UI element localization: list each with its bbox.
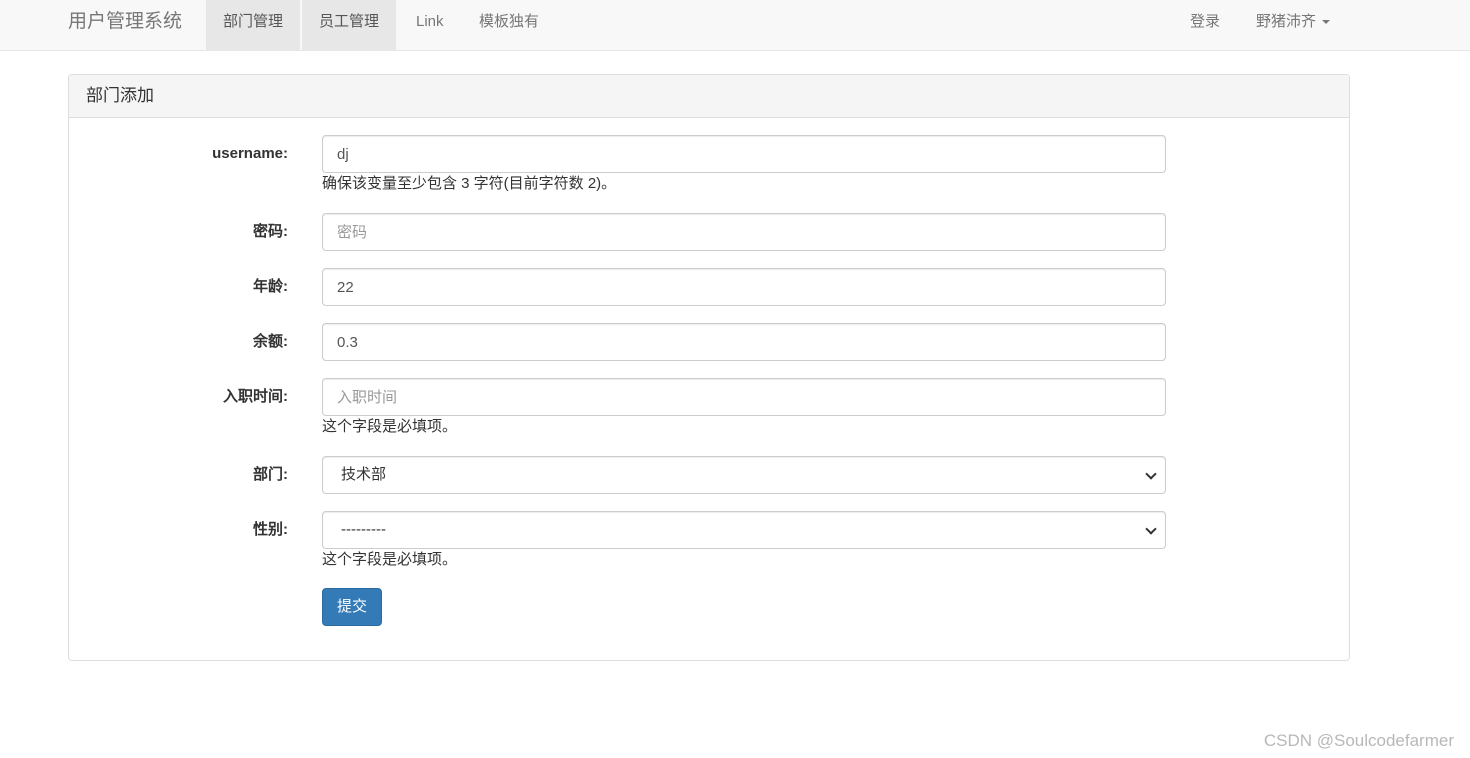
gender-label: 性别: (253, 521, 288, 538)
create-time-error-text: 这个字段是必填项。 (322, 418, 458, 435)
brand-title[interactable]: 用户管理系统 (68, 0, 182, 44)
watermark-text: CSDN @Soulcodefarmer (1263, 731, 1454, 750)
gender-select[interactable]: --------- (322, 511, 1166, 549)
nav-item-link[interactable]: Link (399, 0, 461, 50)
nav-item-department[interactable]: 部门管理 (206, 0, 301, 50)
username-input[interactable] (322, 135, 1166, 173)
depart-select[interactable]: 技术部 (322, 456, 1166, 494)
age-input[interactable] (322, 268, 1166, 306)
panel-title: 部门添加 (69, 75, 1349, 118)
nav-item-employee[interactable]: 员工管理 (302, 0, 397, 50)
depart-selected-value: 技术部 (341, 466, 387, 483)
nav-login-link[interactable]: 登录 (1173, 0, 1237, 50)
age-label: 年龄: (253, 278, 288, 295)
balance-label: 余额: (253, 333, 288, 350)
username-error-text: 确保该变量至少包含 3 字符(目前字符数 2)。 (322, 175, 617, 192)
chevron-down-icon (1145, 523, 1157, 535)
caret-down-icon (1322, 20, 1331, 25)
nav-item-template[interactable]: 模板独有 (462, 0, 556, 50)
password-input[interactable] (322, 213, 1166, 251)
chevron-down-icon (1145, 468, 1157, 480)
balance-input[interactable] (322, 323, 1166, 361)
nav-user-dropdown[interactable]: 野猪沛齐 (1239, 0, 1347, 50)
password-label: 密码: (253, 223, 288, 240)
gender-error-text: 这个字段是必填项。 (322, 551, 458, 568)
create-time-input[interactable] (322, 378, 1166, 416)
gender-selected-value: --------- (341, 521, 386, 538)
top-navbar: 用户管理系统 部门管理 员工管理 Link 模板独有 登录 野猪沛齐 (0, 0, 1470, 51)
username-label: username: (212, 145, 288, 162)
depart-label: 部门: (253, 466, 288, 483)
submit-button[interactable]: 提交 (322, 588, 382, 626)
create-time-label: 入职时间: (223, 388, 288, 405)
nav-user-name: 野猪沛齐 (1256, 13, 1317, 30)
